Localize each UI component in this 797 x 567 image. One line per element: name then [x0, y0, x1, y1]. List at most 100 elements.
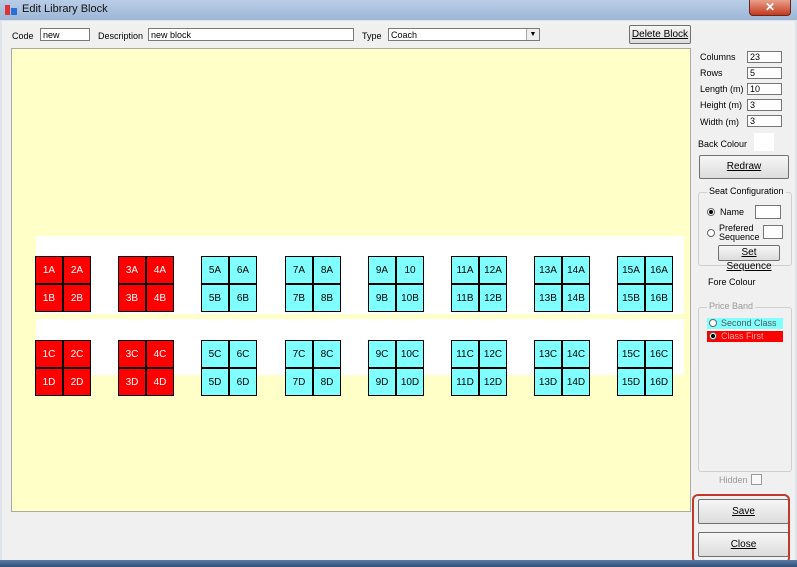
seat-1d[interactable]: 1D — [35, 368, 63, 396]
seat-6d[interactable]: 6D — [229, 368, 257, 396]
seat-9b[interactable]: 9B — [368, 284, 396, 312]
seat-1c[interactable]: 1C — [35, 340, 63, 368]
seat-5b[interactable]: 5B — [201, 284, 229, 312]
seat-3b[interactable]: 3B — [118, 284, 146, 312]
seat-12a[interactable]: 12A — [479, 256, 507, 284]
seat-5a[interactable]: 5A — [201, 256, 229, 284]
seat-14d[interactable]: 14D — [562, 368, 590, 396]
seat-6c[interactable]: 6C — [229, 340, 257, 368]
seat-5c[interactable]: 5C — [201, 340, 229, 368]
seat-9d[interactable]: 9D — [368, 368, 396, 396]
seat-4b[interactable]: 4B — [146, 284, 174, 312]
seat-8c[interactable]: 8C — [313, 340, 341, 368]
chevron-down-icon[interactable]: ▼ — [526, 29, 539, 40]
hidden-checkbox[interactable] — [751, 474, 762, 485]
seat-8b[interactable]: 8B — [313, 284, 341, 312]
seat-8a[interactable]: 8A — [313, 256, 341, 284]
set-sequence-label: Set Sequence — [726, 247, 772, 272]
name-input[interactable] — [755, 205, 781, 219]
rows-input[interactable]: 5 — [747, 67, 782, 79]
band-second-class-radio[interactable] — [709, 319, 717, 327]
seat-configuration-group: Seat Configuration Name Prefered Sequenc… — [698, 186, 792, 272]
seat-7b[interactable]: 7B — [285, 284, 313, 312]
name-radio[interactable] — [707, 208, 715, 216]
redraw-button[interactable]: Redraw — [699, 155, 789, 179]
band-second-class[interactable]: Second Class — [707, 318, 783, 329]
seat-10c[interactable]: 10C — [396, 340, 424, 368]
seat-13a[interactable]: 13A — [534, 256, 562, 284]
seat-12b[interactable]: 12B — [479, 284, 507, 312]
seat-12d[interactable]: 12D — [479, 368, 507, 396]
seat-3d[interactable]: 3D — [118, 368, 146, 396]
set-sequence-button[interactable]: Set Sequence — [718, 245, 780, 272]
seat-1b[interactable]: 1B — [35, 284, 63, 312]
seat-7a[interactable]: 7A — [285, 256, 313, 284]
seat-10b[interactable]: 10B — [396, 284, 424, 312]
seat-7c[interactable]: 7C — [285, 340, 313, 368]
seat-10d[interactable]: 10D — [396, 368, 424, 396]
seat-7d[interactable]: 7D — [285, 368, 313, 396]
seat-9c[interactable]: 9C — [368, 340, 396, 368]
redraw-label: Redraw — [726, 161, 762, 172]
back-colour-swatch[interactable] — [754, 133, 774, 151]
seat-8d[interactable]: 8D — [313, 368, 341, 396]
seat-15c[interactable]: 15C — [617, 340, 645, 368]
band-second-class-label: Second Class — [721, 318, 777, 328]
type-select-value: Coach — [391, 30, 418, 40]
seat-5d[interactable]: 5D — [201, 368, 229, 396]
seat-16c[interactable]: 16C — [645, 340, 673, 368]
seat-10[interactable]: 10 — [396, 256, 424, 284]
seat-16d[interactable]: 16D — [645, 368, 673, 396]
seat-15a[interactable]: 15A — [617, 256, 645, 284]
seat-11c[interactable]: 11C — [451, 340, 479, 368]
seat-2b[interactable]: 2B — [63, 284, 91, 312]
seat-6a[interactable]: 6A — [229, 256, 257, 284]
window-title: Edit Library Block — [22, 3, 108, 15]
seat-layout-canvas[interactable]: 1A 2A 3A 4A 5A 6A 7A 8A 9A 10 11A 12A 13A 14A 15A 16A 1B… — [11, 48, 691, 512]
description-input[interactable]: new block — [148, 28, 354, 41]
seat-11d[interactable]: 11D — [451, 368, 479, 396]
seat-12c[interactable]: 12C — [479, 340, 507, 368]
seat-16a[interactable]: 16A — [645, 256, 673, 284]
title-bar[interactable]: Edit Library Block ✕ — [0, 0, 797, 20]
width-input[interactable]: 3 — [747, 115, 782, 127]
seat-14b[interactable]: 14B — [562, 284, 590, 312]
seat-4a[interactable]: 4A — [146, 256, 174, 284]
seat-11b[interactable]: 11B — [451, 284, 479, 312]
prefered-sequence-input[interactable] — [763, 225, 783, 239]
band-class-first-label: Class First — [721, 331, 764, 341]
prefered-sequence-radio[interactable] — [707, 229, 715, 237]
seat-3a[interactable]: 3A — [118, 256, 146, 284]
seat-4d[interactable]: 4D — [146, 368, 174, 396]
seat-9a[interactable]: 9A — [368, 256, 396, 284]
hidden-label: Hidden — [719, 475, 748, 485]
seat-13c[interactable]: 13C — [534, 340, 562, 368]
app-icon — [5, 5, 17, 15]
seat-15d[interactable]: 15D — [617, 368, 645, 396]
seat-1a[interactable]: 1A — [35, 256, 63, 284]
seat-6b[interactable]: 6B — [229, 284, 257, 312]
height-input[interactable]: 3 — [747, 99, 782, 111]
seat-15b[interactable]: 15B — [617, 284, 645, 312]
seat-3c[interactable]: 3C — [118, 340, 146, 368]
seat-4c[interactable]: 4C — [146, 340, 174, 368]
seat-13b[interactable]: 13B — [534, 284, 562, 312]
length-input[interactable]: 10 — [747, 83, 782, 95]
seat-2d[interactable]: 2D — [63, 368, 91, 396]
seat-2c[interactable]: 2C — [63, 340, 91, 368]
description-label: Description — [98, 31, 144, 41]
delete-block-button[interactable]: Delete Block — [629, 25, 691, 44]
seat-16b[interactable]: 16B — [645, 284, 673, 312]
seat-11a[interactable]: 11A — [451, 256, 479, 284]
seat-13d[interactable]: 13D — [534, 368, 562, 396]
seat-2a[interactable]: 2A — [63, 256, 91, 284]
sequence-label: Sequence — [719, 232, 760, 242]
columns-input[interactable]: 23 — [747, 51, 782, 63]
close-window-button[interactable]: ✕ — [749, 0, 791, 16]
type-select[interactable]: Coach ▼ — [388, 28, 540, 41]
code-input[interactable]: new — [40, 28, 90, 41]
band-class-first[interactable]: Class First — [707, 331, 783, 342]
seat-14a[interactable]: 14A — [562, 256, 590, 284]
seat-14c[interactable]: 14C — [562, 340, 590, 368]
band-class-first-radio[interactable] — [709, 332, 717, 340]
